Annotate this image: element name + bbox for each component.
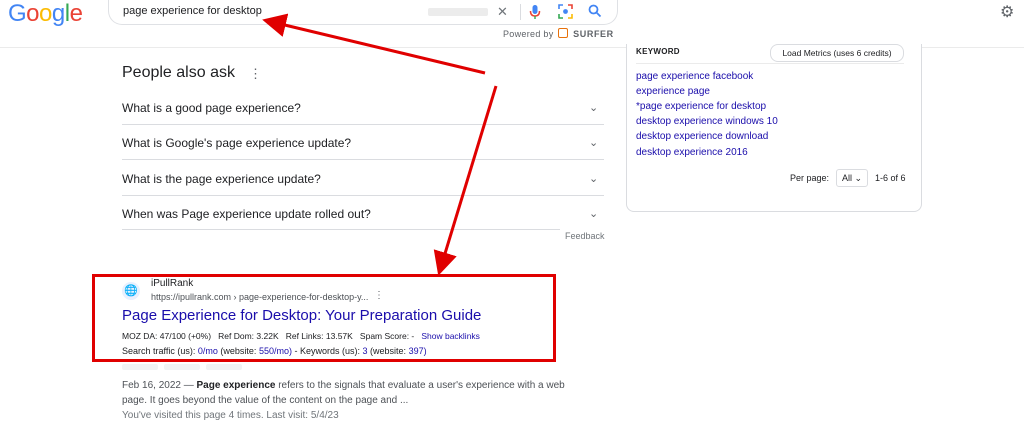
divider xyxy=(520,4,521,20)
keyword-link[interactable]: experience page xyxy=(636,86,710,97)
annotation-highlight-box xyxy=(92,274,556,362)
lens-icon[interactable] xyxy=(558,4,573,24)
visited-note: You've visited this page 4 times. Last v… xyxy=(122,410,339,421)
chevron-down-icon[interactable]: ⌄ xyxy=(589,172,598,185)
mic-icon[interactable] xyxy=(529,4,541,25)
google-logo[interactable]: Google xyxy=(8,0,83,27)
snippet-bold: Page experience xyxy=(196,380,276,391)
panel-divider xyxy=(636,63,904,64)
snippet-text: refers to the signals that evaluate a us… xyxy=(122,380,565,406)
keyword-link[interactable]: page experience facebook xyxy=(636,71,753,82)
result-snippet: Feb 16, 2022 — Page experience refers to… xyxy=(122,380,565,406)
placeholder-chip xyxy=(206,364,242,370)
arrow-to-result xyxy=(433,85,498,276)
clear-icon[interactable]: ✕ xyxy=(497,5,508,19)
feedback-link[interactable]: Feedback xyxy=(565,231,605,241)
gear-icon[interactable]: ⚙ xyxy=(1000,2,1014,22)
keyword-link[interactable]: *page experience for desktop xyxy=(636,101,766,112)
search-icon[interactable] xyxy=(588,4,602,23)
blurred-region xyxy=(428,8,488,16)
kebab-icon[interactable]: ⋮ xyxy=(249,66,262,82)
paa-title: People also ask xyxy=(122,64,235,81)
chevron-down-icon: ⌄ xyxy=(854,173,863,183)
per-page-label: Per page: xyxy=(790,173,830,183)
logo-letter: G xyxy=(8,0,27,27)
chevron-down-icon[interactable]: ⌄ xyxy=(589,207,598,220)
per-page-value: All xyxy=(841,173,852,183)
paa-question[interactable]: What is a good page experience? xyxy=(122,101,301,115)
logo-letter: g xyxy=(51,0,65,27)
keyword-link[interactable]: desktop experience windows 10 xyxy=(636,116,778,127)
logo-letter: o xyxy=(39,0,52,27)
per-page-select[interactable]: All ⌄ xyxy=(836,169,868,187)
paa-question[interactable]: What is Google's page experience update? xyxy=(122,136,351,150)
chevron-down-icon[interactable]: ⌄ xyxy=(589,101,598,114)
placeholder-chip xyxy=(122,364,158,370)
surfer-logo-icon xyxy=(558,28,569,38)
paa-divider xyxy=(122,195,604,196)
load-metrics-button[interactable]: Load Metrics (uses 6 credits) xyxy=(770,44,904,62)
pagination-range: 1-6 of 6 xyxy=(875,173,906,183)
keyword-link[interactable]: desktop experience 2016 xyxy=(636,147,748,158)
surfer-text: SURFER xyxy=(573,29,614,39)
paa-divider xyxy=(122,124,604,125)
paa-divider xyxy=(122,159,604,160)
search-input[interactable]: page experience for desktop xyxy=(123,5,262,17)
logo-letter: e xyxy=(69,0,83,27)
keywords-panel xyxy=(626,44,922,212)
paa-question[interactable]: What is the page experience update? xyxy=(122,172,321,186)
result-date: Feb 16, 2022 xyxy=(122,380,181,391)
paa-question[interactable]: When was Page experience update rolled o… xyxy=(122,207,371,221)
chevron-down-icon[interactable]: ⌄ xyxy=(589,136,598,149)
placeholder-chip xyxy=(164,364,200,370)
powered-by-text: Powered by xyxy=(503,29,554,39)
paa-divider xyxy=(122,229,560,230)
logo-letter: o xyxy=(26,0,40,27)
powered-by-surfer: Powered by SURFER xyxy=(503,28,614,39)
keyword-link[interactable]: desktop experience download xyxy=(636,131,768,142)
keyword-column-header: KEYWORD xyxy=(636,47,680,56)
